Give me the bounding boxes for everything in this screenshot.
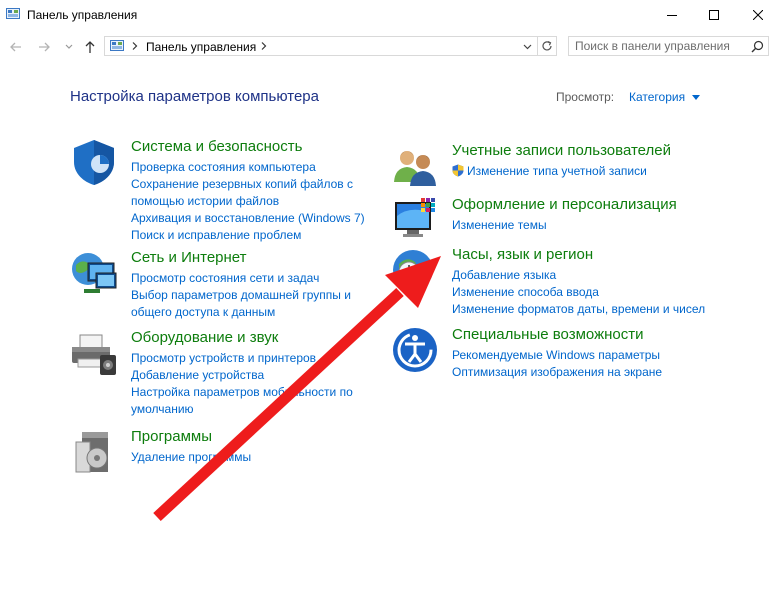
programs-icon[interactable] [70,428,118,476]
link-network-status[interactable]: Просмотр состояния сети и задач [131,270,351,287]
close-icon [753,10,763,20]
category-links: Просмотр устройств и принтеров Добавлени… [131,350,353,418]
category-user-accounts: Учетные записи пользователей Изменение т… [391,142,711,190]
category-appearance-personalization: Оформление и персонализация Изменение те… [391,196,711,244]
forward-button[interactable] [36,39,52,55]
link-change-input-method[interactable]: Изменение способа ввода [452,284,705,301]
network-globe-icon[interactable] [70,249,118,297]
category-title[interactable]: Специальные возможности [452,326,644,343]
category-title[interactable]: Программы [131,428,212,445]
recent-locations-button[interactable] [61,39,77,55]
users-icon[interactable] [391,142,439,190]
refresh-icon [542,40,552,51]
chevron-right-icon [132,42,138,50]
category-links: Просмотр состояния сети и задач Выбор па… [131,270,351,321]
personalization-monitor-icon[interactable] [391,196,439,244]
category-links: Изменение темы [452,217,547,234]
category-title[interactable]: Оборудование и звук [131,329,278,346]
arrow-up-icon [85,40,95,53]
shield-icon[interactable] [70,138,118,186]
maximize-icon [709,10,719,20]
link-change-date-time-formats[interactable]: Изменение форматов даты, времени и чисел [452,301,705,318]
up-button[interactable] [82,39,98,55]
close-button[interactable] [736,0,780,30]
view-by-dropdown[interactable]: Категория [629,90,701,104]
refresh-button[interactable] [537,36,557,56]
view-by-label: Просмотр: [556,90,615,104]
back-button[interactable] [8,39,24,55]
category-links: Удаление программы [131,449,251,466]
category-title[interactable]: Сеть и Интернет [131,249,247,266]
link-optimize-display[interactable]: Оптимизация изображения на экране [452,364,662,381]
category-title[interactable]: Учетные записи пользователей [452,142,671,159]
ease-of-access-icon[interactable] [391,326,439,374]
uac-shield-icon [452,164,464,177]
link-add-language[interactable]: Добавление языка [452,267,705,284]
title-bar: Панель управления [0,0,782,30]
search-box[interactable] [568,36,769,56]
clock-globe-icon[interactable] [391,246,439,294]
category-links: Добавление языка Изменение способа ввода… [452,267,705,318]
link-uninstall-program[interactable]: Удаление программы [131,449,251,466]
category-title[interactable]: Оформление и персонализация [452,196,677,213]
link-backup-history-cont[interactable]: помощью истории файлов [131,193,365,210]
arrow-left-icon [10,42,21,52]
window-title: Панель управления [27,8,138,22]
link-change-theme[interactable]: Изменение темы [452,217,547,234]
category-links: Изменение типа учетной записи [452,163,647,180]
link-backup-restore[interactable]: Архивация и восстановление (Windows 7) [131,210,365,227]
breadcrumb[interactable]: Панель управления [146,40,256,54]
view-by-value[interactable]: Категория [629,90,685,104]
link-check-status[interactable]: Проверка состояния компьютера [131,159,365,176]
category-hardware-sound: Оборудование и звук Просмотр устройств и… [70,329,370,419]
link-mobility-settings-cont[interactable]: умолчанию [131,401,353,418]
category-system-security: Система и безопасность Проверка состояни… [70,138,370,248]
link-add-device[interactable]: Добавление устройства [131,367,353,384]
link-backup-history[interactable]: Сохранение резервных копий файлов с [131,176,365,193]
link-devices-printers[interactable]: Просмотр устройств и принтеров [131,350,353,367]
link-homegroup[interactable]: Выбор параметров домашней группы и [131,287,351,304]
search-icon[interactable] [751,40,764,53]
category-network-internet: Сеть и Интернет Просмотр состояния сети … [70,249,370,319]
category-clock-language-region: Часы, язык и регион Добавление языка Изм… [391,246,721,316]
chevron-down-icon [65,44,73,49]
minimize-icon [667,15,677,16]
link-mobility-settings[interactable]: Настройка параметров мобильности по [131,384,353,401]
category-programs: Программы Удаление программы [70,428,370,476]
link-homegroup-cont[interactable]: общего доступа к данным [131,304,351,321]
caret-down-icon [692,95,701,100]
control-panel-icon [6,8,20,19]
category-title[interactable]: Часы, язык и регион [452,246,593,263]
printer-icon[interactable] [70,329,118,377]
control-panel-icon [110,40,124,51]
search-input[interactable] [575,39,745,53]
link-change-account-type-label[interactable]: Изменение типа учетной записи [467,164,647,178]
maximize-button[interactable] [692,0,736,30]
address-bar[interactable]: Панель управления [104,36,557,56]
chevron-down-icon[interactable] [523,44,532,50]
arrow-right-icon [39,42,50,52]
page-heading: Настройка параметров компьютера [70,88,319,105]
link-troubleshoot[interactable]: Поиск и исправление проблем [131,227,365,244]
minimize-button[interactable] [650,0,694,30]
chevron-right-icon [261,42,267,50]
category-ease-of-access: Специальные возможности Рекомендуемые Wi… [391,326,711,381]
category-links: Проверка состояния компьютера Сохранение… [131,159,365,244]
link-recommended-settings[interactable]: Рекомендуемые Windows параметры [452,347,662,364]
category-links: Рекомендуемые Windows параметры Оптимиза… [452,347,662,381]
category-title[interactable]: Система и безопасность [131,138,302,155]
link-change-account-type[interactable]: Изменение типа учетной записи [452,163,647,180]
